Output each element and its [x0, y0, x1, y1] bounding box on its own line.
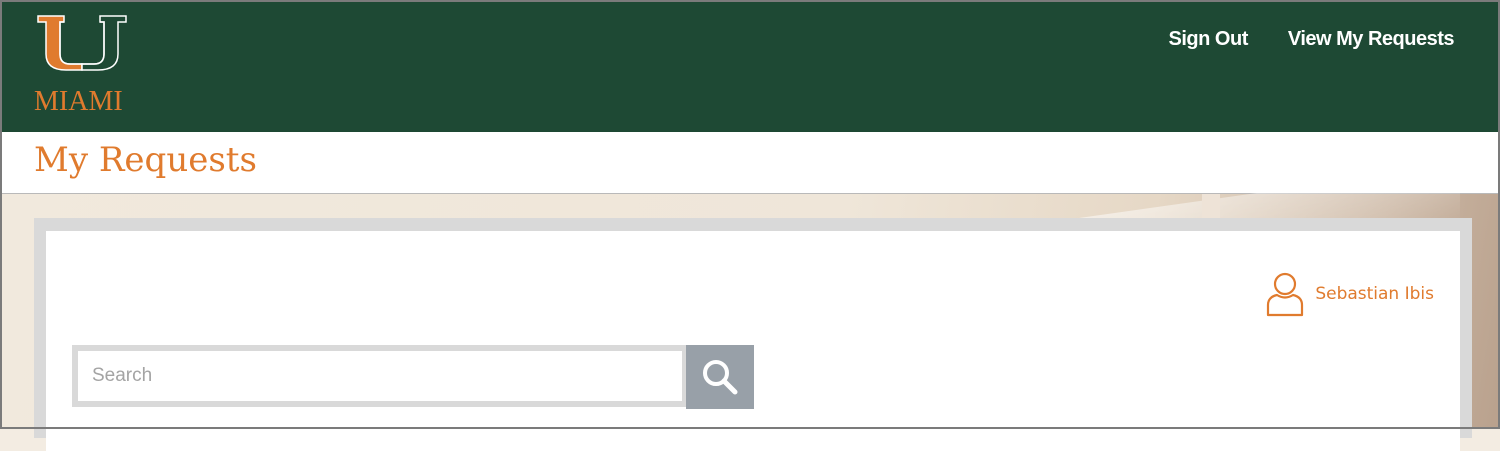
- user-profile[interactable]: Sebastian Ibis: [1265, 271, 1434, 317]
- title-bar: My Requests: [0, 132, 1500, 194]
- university-logo[interactable]: MIAMI: [34, 14, 130, 118]
- logo-wordmark: MIAMI: [34, 86, 123, 117]
- site-header: MIAMI Sign Out View My Requests: [0, 0, 1500, 132]
- search-button[interactable]: [686, 345, 754, 409]
- search-icon: [703, 360, 738, 395]
- page-title: My Requests: [34, 140, 257, 180]
- search-box: [72, 345, 688, 407]
- sign-out-link[interactable]: Sign Out: [1169, 28, 1249, 51]
- content-panel: Sebastian Ibis: [46, 231, 1460, 451]
- u-logo-icon: [37, 15, 127, 71]
- view-my-requests-link[interactable]: View My Requests: [1288, 28, 1455, 51]
- top-nav: Sign Out View My Requests: [1169, 28, 1455, 51]
- content-panel-border: Sebastian Ibis: [34, 218, 1472, 451]
- user-name: Sebastian Ibis: [1315, 284, 1434, 304]
- search-input[interactable]: [78, 351, 682, 401]
- user-icon: [1267, 272, 1304, 317]
